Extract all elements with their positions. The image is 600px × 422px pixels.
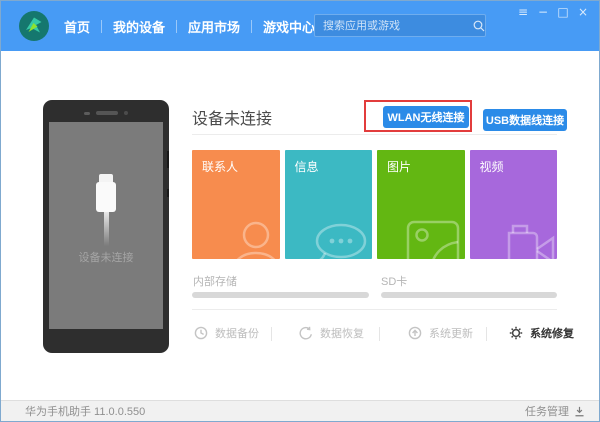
download-tray-icon [575,406,584,416]
contact-icon [236,221,275,259]
usb-connect-button[interactable]: USB数据线连接 [483,109,567,131]
status-bar: 华为手机助手 11.0.0.550 任务管理 [1,400,599,421]
top-navbar: 首页 我的设备 应用市场 游戏中心 更多服务 ≡ − □ × [1,1,599,58]
search-box[interactable] [314,14,486,37]
phone-screen: 设备未连接 [49,122,163,329]
nav-item-home[interactable]: 首页 [53,17,101,58]
task-manager-button[interactable]: 任务管理 [525,403,585,419]
message-icon [315,223,367,259]
window-controls: ≡ − □ × [515,4,591,20]
nav-item-app-market[interactable]: 应用市场 [177,17,251,36]
data-restore-action[interactable]: 数据恢复 [299,325,364,341]
usb-plug-icon [96,182,116,212]
action-separator [379,327,380,341]
update-arrow-icon [408,326,422,340]
active-nav-dot [74,52,80,58]
tile-videos[interactable]: 视频 [469,150,557,259]
maximize-icon[interactable]: □ [555,4,571,20]
data-backup-action[interactable]: 数据备份 [194,325,259,341]
wlan-connect-button[interactable]: WLAN无线连接 [383,106,469,128]
tile-contacts[interactable]: 联系人 [192,150,280,259]
search-icon[interactable] [473,20,485,32]
action-separator [486,327,487,341]
hisuite-logo-icon [19,11,49,41]
close-icon[interactable]: × [575,4,591,20]
phone-side-button [167,151,169,168]
page-title: 设备未连接 [192,111,273,128]
picture-icon [406,220,459,259]
divider [192,309,557,310]
app-version-label: 华为手机助手 11.0.0.550 [25,406,146,418]
nav-item-my-device[interactable]: 我的设备 [102,17,176,36]
hisuite-window: 首页 我的设备 应用市场 游戏中心 更多服务 ≡ − □ × [0,0,600,422]
sd-card-bar [381,292,557,298]
system-update-action[interactable]: 系统更新 [408,325,473,341]
tile-pictures[interactable]: 图片 [377,150,465,259]
menu-icon[interactable]: ≡ [515,4,531,20]
divider [192,134,557,135]
tile-messages[interactable]: 信息 [284,150,372,259]
gear-icon [509,326,523,340]
minimize-icon[interactable]: − [535,4,551,20]
internal-storage-label: 内部存储 [193,276,237,288]
search-input[interactable] [315,19,473,32]
internal-storage-bar [192,292,369,298]
system-repair-action[interactable]: 系统修复 [509,325,574,341]
sd-card-label: SD卡 [381,276,408,288]
video-icon [507,224,555,259]
category-tiles: 联系人 信息 图片 视频 [192,150,557,259]
restore-arrow-icon [299,326,312,340]
backup-clock-icon [194,326,208,340]
phone-speaker [43,109,169,117]
phone-illustration: 设备未连接 [43,100,169,353]
phone-side-button [167,189,169,197]
phone-status-label: 设备未连接 [78,252,134,264]
usb-cable [103,212,109,246]
action-separator [271,327,272,341]
